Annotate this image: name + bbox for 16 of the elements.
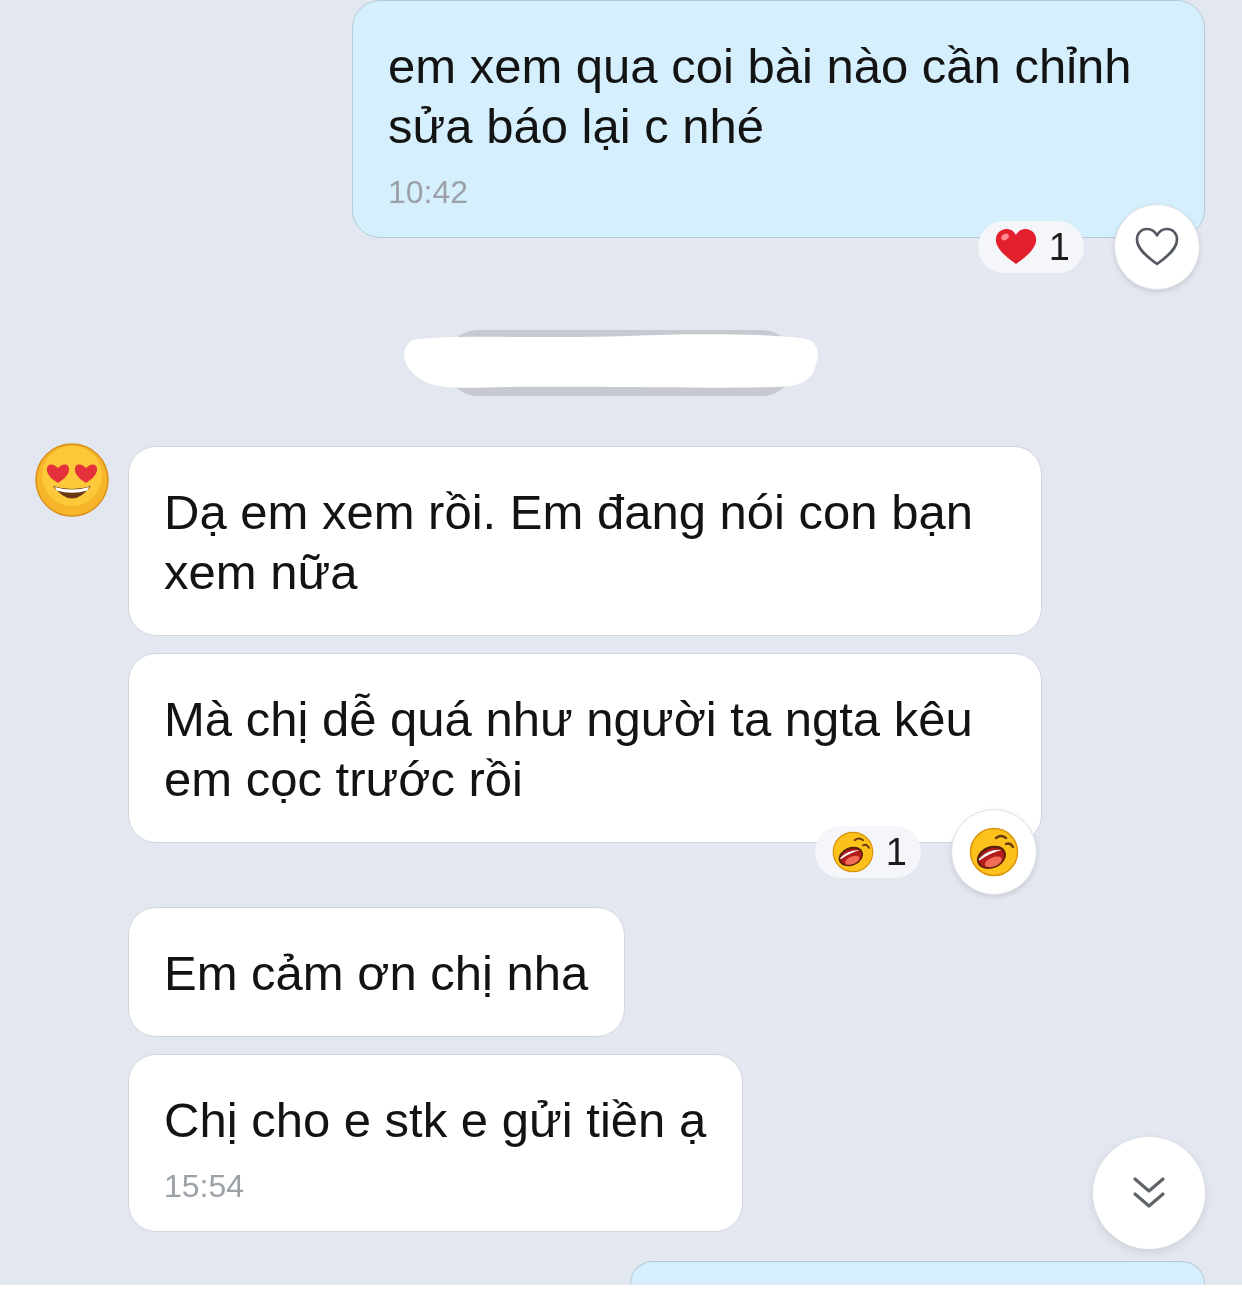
message-time: 15:54: [164, 1167, 246, 1206]
reaction-count-button[interactable]: 1: [977, 221, 1084, 273]
heart-eyes-emoji-icon[interactable]: [35, 443, 109, 517]
double-chevron-down-icon: [1132, 1176, 1166, 1210]
message-text: Mà chị dễ quá như người ta ngta kêu em cọc trước rồi: [164, 691, 974, 808]
react-button[interactable]: [951, 809, 1037, 895]
message-text: Dạ em xem rồi. Em đang nói con bạn xem nữa: [164, 484, 974, 601]
message-text: Em cảm ơn chị nha: [164, 945, 589, 1002]
laughing-emoji-icon: [969, 827, 1019, 877]
react-button[interactable]: [1114, 204, 1200, 290]
reaction-count-button[interactable]: 1: [814, 826, 921, 878]
laughing-emoji-icon: [831, 831, 874, 873]
message-text: Chị cho e stk e gửi tiền ạ: [164, 1092, 707, 1149]
message-text: em xem qua coi bài nào cần chỉnh sửa báo lại c nhé: [388, 38, 1133, 155]
heart-outline-icon: [1135, 227, 1179, 267]
message-time: 10:42: [388, 173, 470, 212]
